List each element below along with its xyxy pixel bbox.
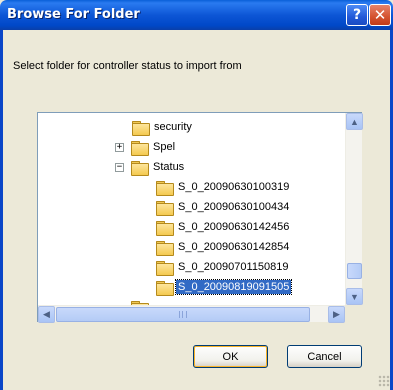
folder-icon — [156, 220, 174, 236]
collapse-icon[interactable]: − — [115, 162, 124, 172]
tree-item-spel[interactable]: + Spel — [115, 137, 177, 157]
tree-item-status-folder[interactable]: S_0_20090630100319 — [156, 177, 291, 197]
tree-viewport: security + Spel − Status S_0_20090630100… — [38, 113, 345, 305]
dialog-body: Select folder for controller status to i… — [0, 30, 393, 390]
folder-icon — [132, 120, 150, 136]
tree-item-label: Spel — [153, 141, 176, 153]
chevron-down-icon: ▼ — [350, 291, 359, 302]
tree-item-status-folder[interactable]: S_0_20090630100434 — [156, 197, 291, 217]
folder-icon — [156, 280, 174, 296]
folder-icon — [156, 200, 174, 216]
tree-item-label: security — [154, 121, 192, 133]
scroll-up-button[interactable]: ▲ — [346, 113, 363, 130]
tree-item-label: S_0_20090630100434 — [178, 201, 290, 213]
tree-item-status-folder[interactable]: S_0_20090701150819 — [156, 257, 291, 277]
tree-item-status-folder[interactable]: S_0_20090630142854 — [156, 237, 291, 257]
scroll-left-button[interactable]: ◀ — [38, 306, 55, 323]
grip-icon — [179, 311, 187, 318]
horizontal-scroll-thumb[interactable] — [56, 307, 310, 322]
vertical-scrollbar[interactable]: ▲ ▼ — [345, 113, 363, 305]
chevron-right-icon: ▶ — [333, 309, 340, 319]
tree-item-label: S_0_20090819091505 — [174, 279, 293, 295]
horizontal-scrollbar[interactable]: ◀ ▶ — [38, 305, 345, 323]
scroll-right-button[interactable]: ▶ — [328, 306, 345, 323]
tree-item-status-folder-selected[interactable]: S_0_20090819091505 — [156, 277, 293, 297]
folder-tree[interactable]: security + Spel − Status S_0_20090630100… — [37, 112, 363, 323]
folder-icon — [156, 260, 174, 276]
scrollbar-corner — [345, 305, 362, 322]
chevron-left-icon: ◀ — [43, 309, 50, 319]
chevron-up-icon: ▲ — [350, 116, 359, 127]
tree-item-security[interactable]: security — [132, 117, 194, 137]
tree-item-partial[interactable] — [115, 297, 151, 305]
help-button[interactable]: ? — [346, 4, 368, 26]
close-button[interactable]: ✕ — [369, 4, 391, 26]
resize-grip-icon[interactable] — [378, 375, 390, 387]
window-title: Browse For Folder — [7, 7, 140, 22]
tree-item-label: S_0_20090630100319 — [178, 181, 290, 193]
expand-icon[interactable]: + — [115, 142, 124, 152]
folder-icon — [156, 240, 174, 256]
ok-button[interactable]: OK — [193, 345, 268, 368]
scroll-down-button[interactable]: ▼ — [346, 288, 363, 305]
tree-item-label: S_0_20090630142854 — [178, 241, 290, 253]
tree-item-label: S_0_20090630142456 — [178, 221, 290, 233]
cancel-button[interactable]: Cancel — [287, 345, 362, 368]
tree-item-status-folder[interactable]: S_0_20090630142456 — [156, 217, 291, 237]
tree-item-status[interactable]: − Status — [115, 157, 186, 177]
help-icon: ? — [352, 7, 362, 23]
tree-item-label: S_0_20090701150819 — [178, 261, 289, 273]
folder-icon — [156, 180, 174, 196]
folder-icon — [131, 160, 149, 176]
title-bar[interactable]: Browse For Folder ? ✕ — [0, 0, 393, 30]
folder-icon — [131, 140, 149, 156]
vertical-scroll-thumb[interactable] — [347, 263, 362, 279]
tree-item-label: Status — [153, 161, 185, 173]
close-icon: ✕ — [373, 6, 387, 24]
instruction-text: Select folder for controller status to i… — [13, 60, 242, 72]
